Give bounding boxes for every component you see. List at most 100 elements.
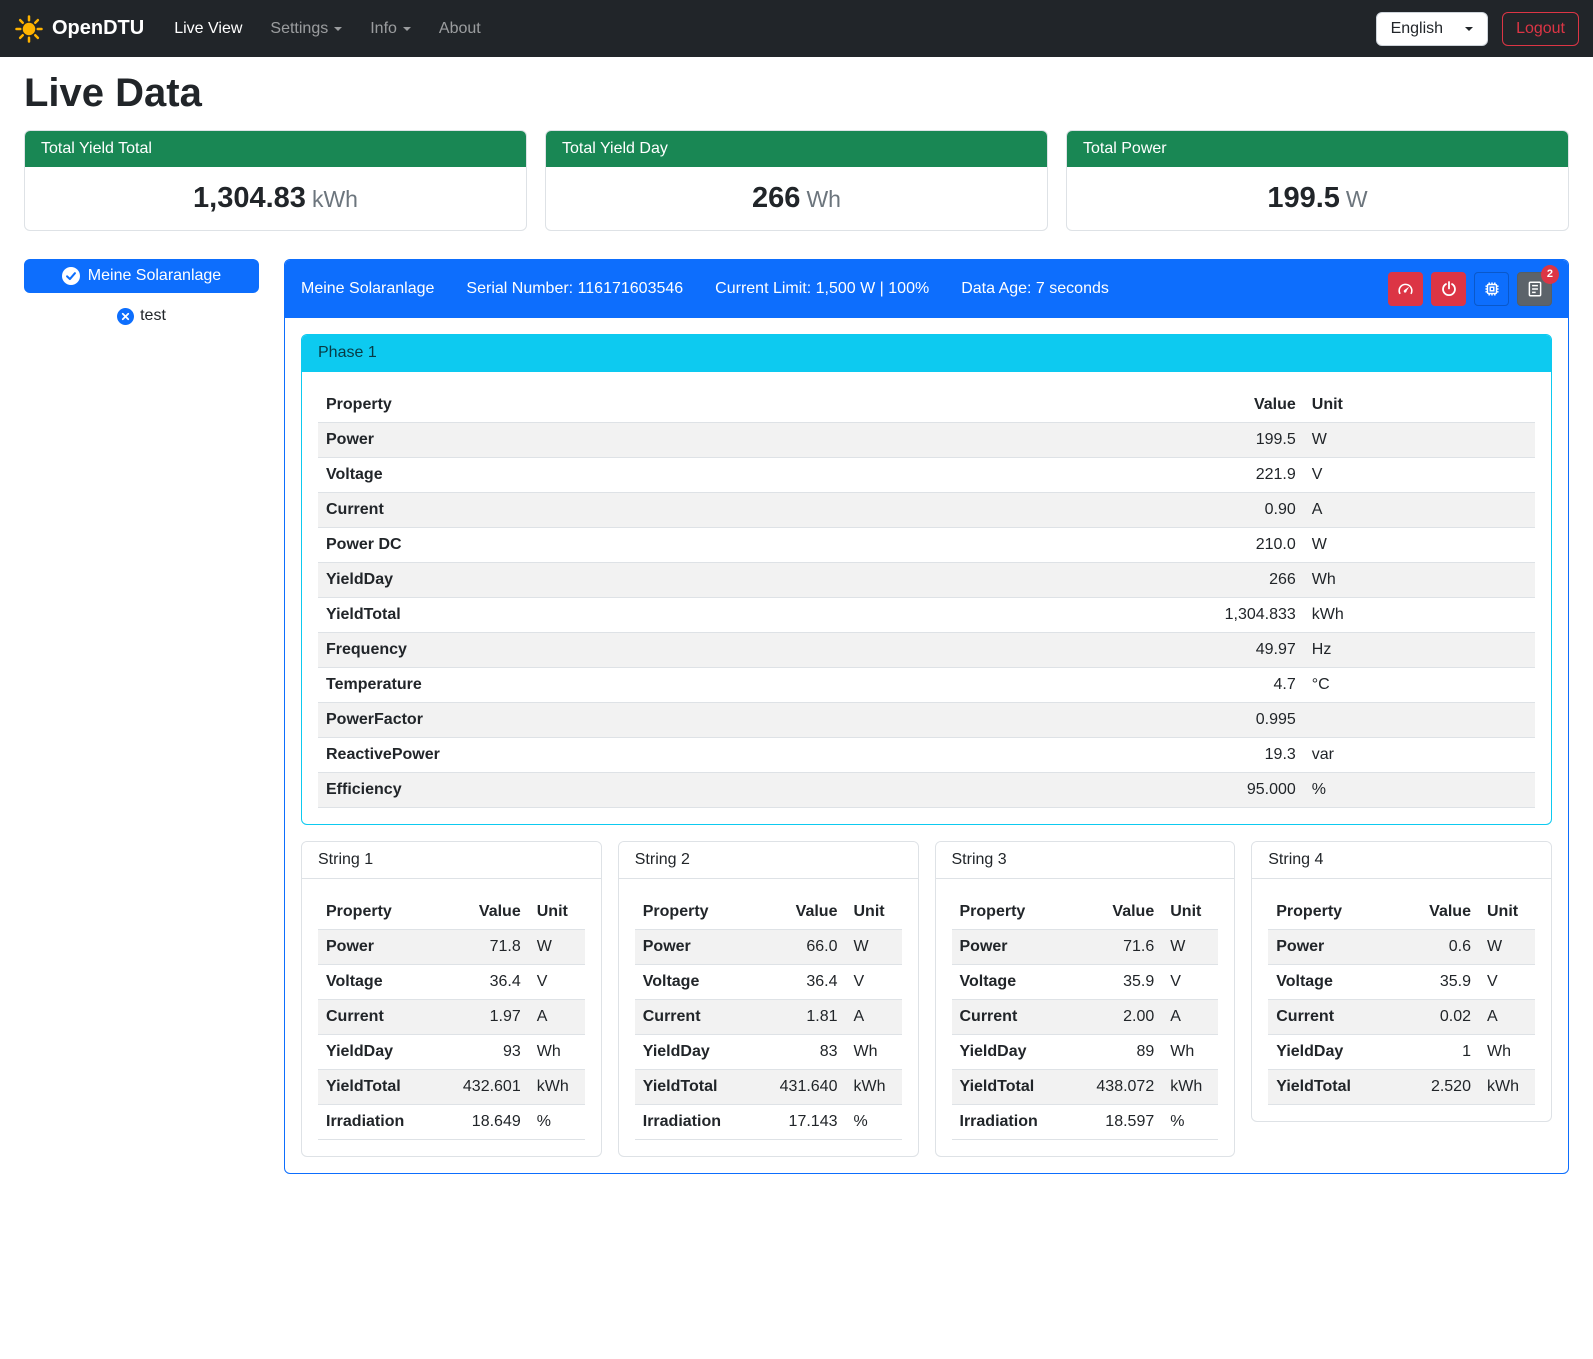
table-row: Current 0.02 A — [1268, 1000, 1535, 1035]
string-card-title: String 1 — [302, 842, 601, 879]
device-info-button[interactable] — [1474, 272, 1509, 306]
value-cell: 1.81 — [755, 1000, 846, 1035]
unit-cell: Wh — [1479, 1035, 1535, 1070]
column-property: Property — [635, 895, 755, 930]
string-card-title: String 4 — [1252, 842, 1551, 879]
unit-cell: A — [1304, 493, 1535, 528]
column-value: Value — [1388, 895, 1479, 930]
table-row: Current 1.97 A — [318, 1000, 585, 1035]
summary-value: 266 — [752, 182, 800, 214]
string-table-body: Power 0.6 W Voltage 35.9 V — [1268, 930, 1535, 1105]
string-card-4: String 4 Property Value Unit — [1251, 841, 1552, 1122]
table-row: YieldTotal 2.520 kWh — [1268, 1070, 1535, 1105]
string-table-body: Power 71.6 W Voltage 35.9 V — [952, 930, 1219, 1140]
property-cell: Current — [635, 1000, 755, 1035]
power-icon — [1440, 280, 1458, 298]
unit-cell: A — [1162, 1000, 1218, 1035]
top-navbar: OpenDTU Live View Settings Info About En… — [0, 0, 1593, 57]
chevron-down-icon — [334, 27, 342, 31]
value-cell: 1 — [1388, 1035, 1479, 1070]
string-table-body: Power 71.8 W Voltage 36.4 V — [318, 930, 585, 1140]
unit-cell: % — [845, 1105, 901, 1140]
table-row: Power 71.6 W — [952, 930, 1219, 965]
unit-cell: V — [845, 965, 901, 1000]
nav-item-label: About — [439, 20, 481, 38]
value-cell: 36.4 — [438, 965, 529, 1000]
property-cell: Irradiation — [635, 1105, 755, 1140]
unit-cell — [1304, 703, 1535, 738]
value-cell: 95.000 — [1085, 773, 1304, 808]
summary-card: Total Yield Total 1,304.83kWh — [24, 130, 527, 231]
string-card-3: String 3 Property Value Unit — [935, 841, 1236, 1157]
unit-cell: % — [529, 1105, 585, 1140]
chevron-down-icon — [1465, 27, 1473, 31]
table-row: Irradiation 18.597 % — [952, 1105, 1219, 1140]
strings-row: String 1 Property Value Unit — [301, 841, 1552, 1157]
navbar-right: English Logout — [1376, 12, 1579, 46]
unit-cell: kWh — [845, 1070, 901, 1105]
table-row: YieldDay 93 Wh — [318, 1035, 585, 1070]
logout-button[interactable]: Logout — [1502, 12, 1579, 46]
table-row: Voltage 35.9 V — [952, 965, 1219, 1000]
property-cell: YieldDay — [1268, 1035, 1388, 1070]
property-cell: Current — [318, 493, 1085, 528]
property-cell: YieldDay — [318, 563, 1085, 598]
nav-item-label: Info — [370, 20, 397, 38]
phase-card-body: Property Value Unit Power — [302, 372, 1551, 824]
value-cell: 221.9 — [1085, 458, 1304, 493]
summary-card: Total Yield Day 266Wh — [545, 130, 1048, 231]
string-card-body: Property Value Unit Power — [936, 879, 1235, 1156]
table-row: Voltage 36.4 V — [635, 965, 902, 1000]
table-row: Efficiency 95.000 % — [318, 773, 1535, 808]
table-row: Voltage 36.4 V — [318, 965, 585, 1000]
x-circle-icon — [117, 308, 134, 325]
language-select[interactable]: English — [1376, 12, 1488, 46]
cpu-info-icon — [1483, 280, 1501, 298]
property-cell: Power DC — [318, 528, 1085, 563]
power-button[interactable] — [1431, 272, 1466, 306]
summary-unit: kWh — [312, 186, 358, 212]
value-cell: 0.995 — [1085, 703, 1304, 738]
unit-cell: Wh — [529, 1035, 585, 1070]
summary-card-title: Total Power — [1067, 131, 1568, 167]
value-cell: 0.6 — [1388, 930, 1479, 965]
sidebar-item-test[interactable]: test — [24, 307, 259, 325]
column-value: Value — [438, 895, 529, 930]
value-cell: 432.601 — [438, 1070, 529, 1105]
brand[interactable]: OpenDTU — [14, 14, 144, 44]
string-card-title: String 3 — [936, 842, 1235, 879]
inverter-limit: Current Limit: 1,500 W | 100% — [715, 280, 929, 298]
unit-cell: W — [1162, 930, 1218, 965]
property-cell: Power — [1268, 930, 1388, 965]
column-property: Property — [952, 895, 1072, 930]
event-log-button[interactable]: 2 — [1517, 272, 1552, 306]
nav-item-live-view[interactable]: Live View — [162, 12, 254, 46]
property-cell: YieldTotal — [318, 598, 1085, 633]
limit-settings-button[interactable] — [1388, 272, 1423, 306]
property-cell: Voltage — [952, 965, 1072, 1000]
property-cell: Irradiation — [952, 1105, 1072, 1140]
property-cell: Power — [318, 930, 438, 965]
table-row: Current 2.00 A — [952, 1000, 1219, 1035]
column-value: Value — [1085, 388, 1304, 423]
property-cell: Current — [952, 1000, 1072, 1035]
nav-item-settings[interactable]: Settings — [258, 12, 354, 46]
property-cell: YieldDay — [952, 1035, 1072, 1070]
nav-item-about[interactable]: About — [427, 12, 493, 46]
column-value: Value — [1072, 895, 1163, 930]
sidebar-item-label: test — [140, 307, 166, 325]
table-row: YieldTotal 1,304.833 kWh — [318, 598, 1535, 633]
string-table: Property Value Unit Power — [318, 895, 585, 1140]
nav-item-info[interactable]: Info — [358, 12, 423, 46]
page-container: Live Data Total Yield Total 1,304.83kWh … — [0, 57, 1593, 1198]
table-row: ReactivePower 19.3 var — [318, 738, 1535, 773]
value-cell: 35.9 — [1388, 965, 1479, 1000]
column-unit: Unit — [1479, 895, 1535, 930]
chevron-down-icon — [403, 27, 411, 31]
table-header-row: Property Value Unit — [952, 895, 1219, 930]
column-property: Property — [1268, 895, 1388, 930]
table-header-row: Property Value Unit — [318, 388, 1535, 423]
nav-item-label: Live View — [174, 20, 242, 38]
sidebar-item-meine-solaranlage[interactable]: Meine Solaranlage — [24, 259, 259, 293]
unit-cell: kWh — [1304, 598, 1535, 633]
